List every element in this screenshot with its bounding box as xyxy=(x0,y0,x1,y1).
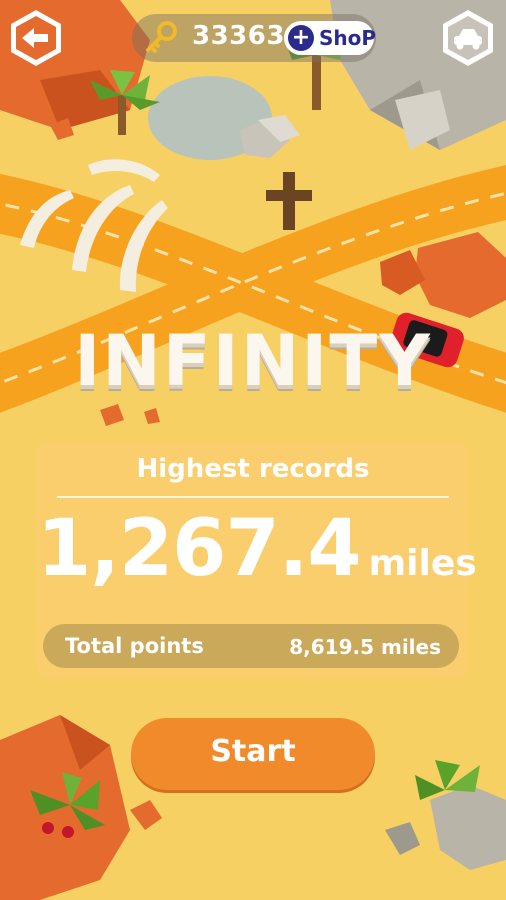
divider xyxy=(57,496,449,498)
garage-button[interactable] xyxy=(438,8,498,68)
total-points-label: Total points xyxy=(65,634,204,658)
best-record-value: 1,267.4 xyxy=(37,504,362,594)
best-record-unit: miles xyxy=(368,543,477,584)
start-label: Start xyxy=(210,734,296,769)
mode-title: INFINITY xyxy=(74,320,432,402)
key-icon xyxy=(146,21,177,53)
start-button[interactable]: Start xyxy=(131,718,375,790)
shop-label: ShoP xyxy=(319,26,377,50)
back-button[interactable] xyxy=(6,8,66,68)
total-points-value: 8,619.5 miles xyxy=(289,635,441,659)
best-record: 1,267.4 miles xyxy=(37,504,477,594)
shop-button[interactable]: + ShoP xyxy=(284,21,377,55)
records-title: Highest records xyxy=(136,454,370,484)
total-points-bar: Total points 8,619.5 miles xyxy=(43,624,459,668)
keys-count: 33363 xyxy=(192,21,285,51)
records-panel: Highest records 1,267.4 miles Total point… xyxy=(37,442,477,678)
plus-icon: + xyxy=(288,25,314,51)
